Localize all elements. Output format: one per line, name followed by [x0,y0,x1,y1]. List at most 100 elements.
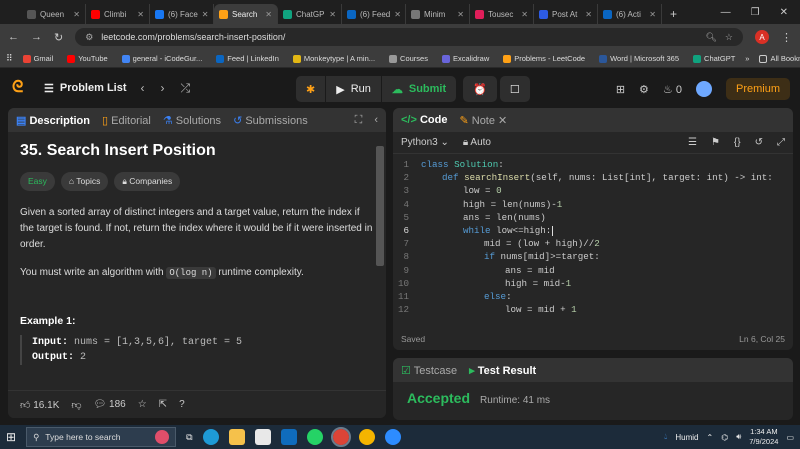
url-field[interactable]: ⚙ leetcode.com/problems/search-insert-po… [75,28,743,46]
tab-close-icon[interactable]: ✕ [73,10,80,19]
collapse-icon[interactable]: ‹ [374,114,378,126]
weather-icon[interactable]: 💧︎ [664,432,667,442]
taskbar-search[interactable]: ⚲ Type here to search [26,427,177,447]
tab-submissions[interactable]: ↺ Submissions [233,114,308,127]
zoom-app-icon[interactable] [384,429,401,445]
braces-icon[interactable]: {} [734,137,741,148]
reset-icon[interactable]: ↺ [755,137,763,148]
browser-tab[interactable]: Post At ✕ [534,4,598,24]
user-avatar[interactable] [695,81,712,97]
dislike-icon[interactable]: 👎︎ [71,399,81,411]
task-view-icon[interactable]: ⧉ [186,432,192,443]
tab-note[interactable]: ✎ Note ✕ [459,114,507,127]
apps-icon[interactable]: ⠿ [6,53,13,64]
debug-button[interactable]: ✱ [296,76,326,102]
browser-tab[interactable]: Tousec ✕ [470,4,534,24]
leetcode-logo[interactable]: ᘓ [12,79,28,97]
browser-tab[interactable]: (6) Acti ✕ [598,4,662,24]
auto-mode[interactable]: 🔒︎ Auto [463,137,491,148]
clock[interactable]: 1:34 AM 7/9/2024 [749,427,778,447]
streak-counter[interactable]: ♨ 0 [663,83,682,96]
tab-close-icon[interactable]: ✕ [202,10,209,19]
tab-close-icon[interactable]: ✕ [329,10,336,19]
all-bookmarks[interactable]: All Bookmarks [759,54,800,63]
tab-close-icon[interactable]: ✕ [457,10,464,19]
favorite-star-icon[interactable]: ☆ [138,399,147,410]
companies-pill[interactable]: 🔒︎ Companies [114,172,181,191]
difficulty-badge[interactable]: Easy [20,172,55,191]
windows-start-icon[interactable]: ⊞ [6,430,16,444]
tab-close-icon[interactable]: ✕ [394,10,401,19]
back-icon[interactable]: ← [8,31,19,43]
like-button[interactable]: 👍︎ 16.1K [20,399,59,411]
close-icon[interactable]: ✕ [780,7,788,18]
bookmark-icon[interactable]: ⚑ [711,137,720,148]
weather-text[interactable]: Humid [675,433,698,442]
minimize-icon[interactable]: — [721,7,731,18]
language-select[interactable]: Python3 ⌄ [401,137,449,148]
comments-button[interactable]: 💬︎ 186 [94,399,126,410]
browser-tab[interactable]: Queen ✕ [22,4,86,24]
tray-chevron-icon[interactable]: ⌃ [707,433,714,442]
network-icon[interactable]: ⌬ [721,433,728,442]
bookmark-item[interactable]: Monkeytype | A min... [292,54,375,63]
browser-tab[interactable]: ChatGP ✕ [278,4,342,24]
share-icon[interactable]: ⇱ [159,399,167,410]
profile-avatar[interactable]: A [755,30,769,44]
notes-button[interactable]: ☐ [499,76,530,102]
tab-description[interactable]: ▤ Description [16,114,90,127]
bookmark-item[interactable]: ChatGPT [693,54,735,63]
tab-close-icon[interactable]: ✕ [265,10,272,19]
file-explorer-icon[interactable] [228,429,245,445]
tab-solutions[interactable]: ⚗ Solutions [163,114,221,127]
tab-test-result[interactable]: ▸ Test Result [469,364,536,377]
timer-button[interactable]: ⏰ [463,76,497,102]
browser-tab[interactable]: Search ✕ [214,4,278,24]
bookmark-item[interactable]: Feed | LinkedIn [216,54,279,63]
chrome-icon[interactable] [330,427,351,447]
premium-button[interactable]: Premium [725,78,790,100]
tab-close-icon[interactable]: ✕ [137,10,144,19]
edge-icon[interactable] [202,429,219,445]
tab-testcase[interactable]: ☑ Testcase [401,364,457,377]
format-icon[interactable]: ☰ [688,137,697,148]
next-problem-icon[interactable]: › [161,81,165,96]
store-icon[interactable] [254,429,271,445]
tab-editorial[interactable]: ▯ Editorial [102,114,151,127]
bookmark-item[interactable]: Word | Microsoft 365 [599,54,679,63]
browser-tab[interactable]: (6) Face ✕ [150,4,214,24]
whatsapp-icon[interactable] [306,429,323,445]
chrome-profile-icon[interactable] [358,429,375,445]
browser-menu-icon[interactable]: ⋮ [781,31,792,44]
tab-close-icon[interactable]: ✕ [649,10,656,19]
problem-list-link[interactable]: ☰ Problem List [44,82,127,95]
volume-icon[interactable]: 🔊︎ [736,432,741,442]
reload-icon[interactable]: ↻ [54,31,63,44]
zoom-icon[interactable]: 🔍︎ [705,32,716,43]
bookmarks-overflow-icon[interactable]: » [745,54,749,63]
forward-icon[interactable]: → [31,31,42,43]
bookmark-item[interactable]: Problems - LeetCode [503,54,585,63]
browser-tab[interactable]: Minim ✕ [406,4,470,24]
bookmark-item[interactable]: general - iCodeGur... [121,54,202,63]
mail-icon[interactable] [280,429,297,445]
code-editor[interactable]: 1 class Solution: 2 def searchInsert(self, … [393,154,793,316]
submit-button[interactable]: ☁ Submit [381,76,457,102]
notifications-icon[interactable]: ▭ [786,433,794,442]
fullscreen-icon[interactable]: ⤢ [777,137,785,148]
expand-icon[interactable]: ⛶ [355,114,363,127]
tab-code[interactable]: </> Code [401,114,447,126]
bookmark-item[interactable]: YouTube [67,54,108,63]
settings-gear-icon[interactable]: ⚙ [639,83,649,96]
description-scrollbar[interactable] [376,136,384,386]
help-icon[interactable]: ? [179,399,185,410]
tab-close-icon[interactable]: ✕ [521,10,528,19]
bookmark-item[interactable]: Gmail [22,54,53,63]
browser-tab[interactable]: (6) Feed ✕ [342,4,406,24]
bookmark-item[interactable]: Excalidraw [441,54,489,63]
prev-problem-icon[interactable]: ‹ [141,81,145,96]
tab-close-icon[interactable]: ✕ [585,10,592,19]
maximize-icon[interactable]: ❐ [751,7,760,18]
site-info-icon[interactable]: ⚙ [85,32,93,43]
bookmark-star-icon[interactable]: ☆ [725,32,733,43]
